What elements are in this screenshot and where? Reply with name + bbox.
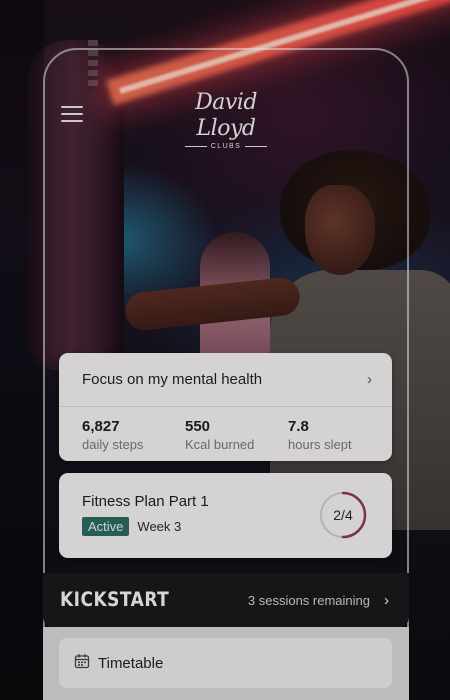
timetable-label: Timetable — [98, 654, 164, 672]
chevron-right-icon: › — [367, 371, 372, 388]
fitness-plan-card[interactable]: Fitness Plan Part 1 Active Week 3 2/4 — [59, 473, 392, 558]
calendar-icon — [74, 653, 90, 674]
sessions-remaining: 3 sessions remaining — [247, 592, 370, 608]
stat-label: daily steps — [82, 437, 144, 452]
stat-label: hours slept — [288, 437, 352, 452]
kickstart-title: KICKSTART — [60, 588, 170, 612]
stat-value: 550 — [185, 418, 211, 435]
focus-card: Focus on my mental health › 6,827 daily … — [59, 353, 392, 461]
brand-logo: David Lloyd CLUBS — [170, 90, 282, 150]
stat-value: 6,827 — [82, 418, 120, 435]
stat-kcal: 550 Kcal burned — [185, 417, 288, 453]
stat-steps: 6,827 daily steps — [82, 417, 185, 453]
stat-label: Kcal burned — [185, 437, 255, 452]
focus-goal-row[interactable]: Focus on my mental health › — [59, 353, 392, 407]
chevron-right-icon: › — [384, 591, 389, 609]
plan-title: Fitness Plan Part 1 — [82, 493, 209, 510]
kickstart-banner[interactable]: KICKSTART 3 sessions remaining › — [43, 573, 409, 627]
stats-row: 6,827 daily steps 550 Kcal burned 7.8 ho… — [59, 407, 392, 453]
progress-text: 2/4 — [333, 507, 353, 523]
progress-ring: 2/4 — [318, 490, 368, 540]
logo-subtitle: CLUBS — [170, 143, 282, 150]
stat-sleep: 7.8 hours slept — [288, 417, 391, 453]
logo-wordmark: David Lloyd — [195, 90, 257, 141]
plan-meta: Active Week 3 — [82, 517, 181, 536]
hamburger-icon[interactable] — [60, 104, 84, 124]
status-badge: Active — [82, 517, 130, 536]
focus-title: Focus on my mental health — [82, 371, 263, 388]
timetable-button[interactable]: Timetable — [59, 638, 392, 688]
plan-week: Week 3 — [137, 519, 182, 534]
stat-value: 7.8 — [288, 418, 309, 435]
